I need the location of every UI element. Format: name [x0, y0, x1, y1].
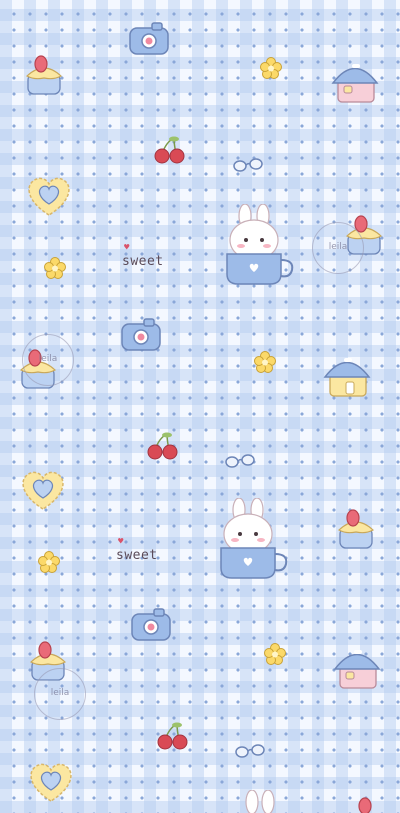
glasses-icon — [235, 744, 265, 758]
wallpaper: ♥ sweet ♥ sweet leila leila leila — [0, 0, 400, 813]
cupcake-icon — [25, 55, 63, 95]
camera-icon — [129, 22, 169, 55]
heart-icon: ♥ — [124, 243, 130, 253]
cherry-icon — [147, 432, 178, 460]
flower-icon — [44, 257, 66, 279]
sweet-text: sweet — [122, 254, 164, 269]
cupcake-icon — [358, 797, 372, 813]
house-icon — [333, 650, 381, 689]
camera-icon — [121, 318, 161, 351]
house-icon — [331, 64, 379, 103]
sweet-label: ♥ sweet — [116, 537, 158, 563]
sweet-label: ♥ sweet — [122, 243, 164, 269]
watermark-text: leila — [328, 242, 348, 252]
watermark-text: leila — [50, 688, 70, 698]
watermark-stamp: leila — [22, 334, 74, 386]
glasses-icon — [225, 454, 255, 468]
watermark-stamp: leila — [312, 222, 364, 274]
camera-icon — [131, 608, 171, 641]
bunny-cup-icon — [245, 790, 275, 813]
watermark-text: leila — [38, 354, 58, 364]
cherry-icon — [157, 722, 188, 750]
heart-cookie-icon — [30, 763, 72, 802]
cherry-icon — [154, 136, 185, 164]
cupcake-icon — [337, 509, 375, 549]
heart-icon: ♥ — [118, 537, 124, 547]
watermark-stamp: leila — [34, 668, 86, 720]
flower-icon — [260, 57, 282, 79]
flower-icon — [254, 351, 276, 373]
glasses-icon — [233, 158, 263, 172]
heart-cookie-icon — [28, 177, 70, 216]
bunny-cup-icon — [220, 498, 288, 579]
sweet-text: sweet — [116, 548, 158, 563]
heart-cookie-icon — [22, 471, 64, 510]
flower-icon — [264, 643, 286, 665]
house-icon — [323, 358, 371, 397]
flower-icon — [38, 551, 60, 573]
bunny-cup-icon — [226, 204, 294, 285]
